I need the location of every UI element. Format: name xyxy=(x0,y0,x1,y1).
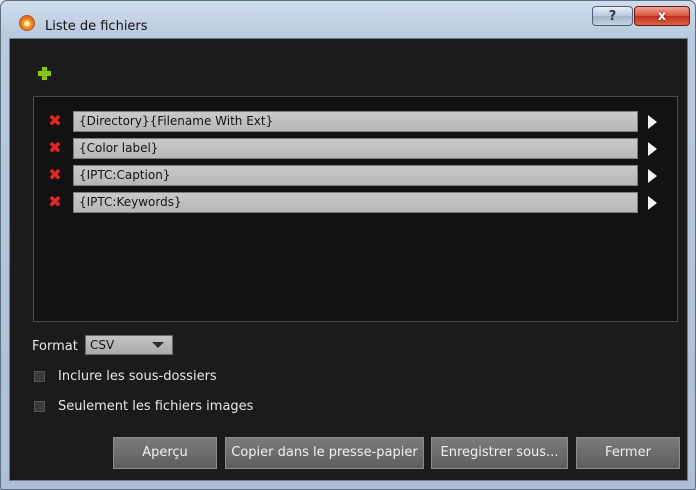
play-arrow-icon[interactable] xyxy=(648,115,657,129)
delete-x-icon[interactable]: ✖ xyxy=(48,194,62,210)
field-row: ✖ {IPTC:Caption} xyxy=(34,165,677,187)
field-input[interactable]: {Color label} xyxy=(73,138,638,159)
delete-x-icon[interactable]: ✖ xyxy=(48,113,62,129)
chevron-down-icon xyxy=(152,342,164,348)
copy-to-clipboard-button[interactable]: Copier dans le presse-papier xyxy=(225,437,424,469)
include-subfolders-checkbox[interactable] xyxy=(34,371,45,382)
images-only-checkbox[interactable] xyxy=(34,401,45,412)
field-list-panel: ✖ {Directory}{Filename With Ext} ✖ {Colo… xyxy=(33,96,678,322)
save-as-button[interactable]: Enregistrer sous... xyxy=(431,437,568,469)
close-icon: x xyxy=(657,9,667,24)
plus-icon[interactable] xyxy=(38,67,51,80)
dialog-window: Liste de fichiers ? x ✖ {Directory}{File… xyxy=(0,0,696,490)
app-icon xyxy=(20,16,34,30)
field-input[interactable]: {IPTC:Keywords} xyxy=(73,192,638,213)
title-bar[interactable]: Liste de fichiers ? x xyxy=(1,1,695,37)
play-arrow-icon[interactable] xyxy=(648,196,657,210)
dialog-content: ✖ {Directory}{Filename With Ext} ✖ {Colo… xyxy=(9,38,688,481)
include-subfolders-label: Inclure les sous-dossiers xyxy=(58,369,217,384)
delete-x-icon[interactable]: ✖ xyxy=(48,140,62,156)
format-selected-value: CSV xyxy=(90,338,115,352)
images-only-label: Seulement les fichiers images xyxy=(58,399,254,414)
field-row: ✖ {Color label} xyxy=(34,138,677,160)
close-button[interactable]: Fermer xyxy=(576,437,680,469)
field-row: ✖ {IPTC:Keywords} xyxy=(34,192,677,214)
format-label: Format xyxy=(32,339,78,354)
play-arrow-icon[interactable] xyxy=(648,142,657,156)
field-input[interactable]: {IPTC:Caption} xyxy=(73,165,638,186)
delete-x-icon[interactable]: ✖ xyxy=(48,167,62,183)
help-button[interactable]: ? xyxy=(592,6,633,26)
field-row: ✖ {Directory}{Filename With Ext} xyxy=(34,111,677,133)
window-title: Liste de fichiers xyxy=(45,19,148,34)
format-select[interactable]: CSV xyxy=(85,335,173,355)
field-input[interactable]: {Directory}{Filename With Ext} xyxy=(73,111,638,132)
play-arrow-icon[interactable] xyxy=(648,169,657,183)
preview-button[interactable]: Aperçu xyxy=(113,437,217,469)
window-close-button[interactable]: x xyxy=(634,6,690,26)
